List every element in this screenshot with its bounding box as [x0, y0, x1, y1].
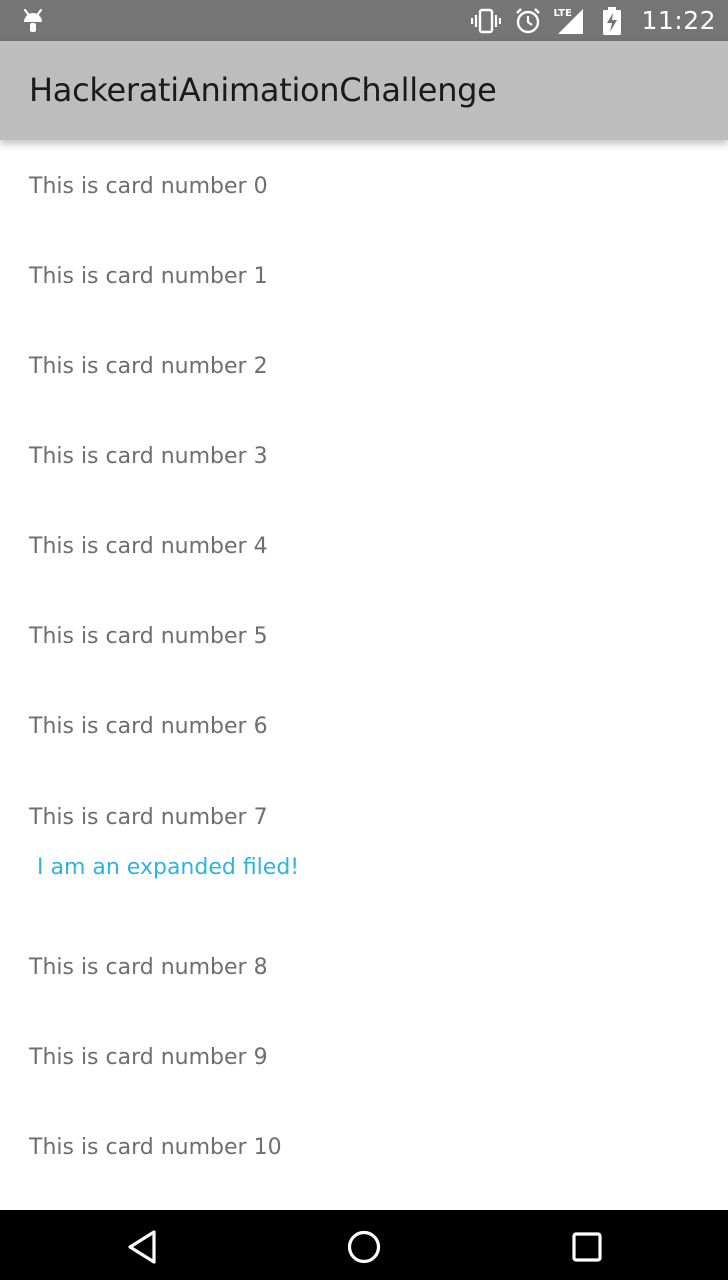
card-label: This is card number 1 — [29, 264, 268, 289]
vibrate-icon — [471, 6, 502, 36]
card-label: This is card number 8 — [29, 955, 268, 980]
status-icons: LTE 11:22 — [459, 0, 716, 41]
card-item[interactable]: This is card number 0 — [0, 140, 728, 230]
card-label: This is card number 2 — [29, 354, 268, 379]
card-item[interactable]: This is card number 9 — [0, 1012, 728, 1102]
card-item[interactable]: This is card number 1 — [0, 230, 728, 320]
card-label: This is card number 6 — [29, 714, 268, 739]
network-label: LTE — [553, 7, 572, 19]
navigation-bar — [0, 1210, 728, 1280]
app-title: HackeratiAnimationChallenge — [29, 71, 497, 109]
signal-icon: LTE — [553, 6, 585, 36]
home-icon[interactable] — [344, 1227, 384, 1267]
card-label: This is card number 7 — [29, 805, 268, 830]
card-label: This is card number 0 — [29, 174, 268, 199]
card-item[interactable]: This is card number 3 — [0, 411, 728, 501]
battery-charging-icon — [597, 6, 627, 36]
expanded-field: I am an expanded filed! — [37, 855, 300, 880]
back-icon[interactable] — [122, 1227, 162, 1267]
android-debug-icon — [20, 6, 46, 34]
card-item[interactable]: This is card number 5 — [0, 591, 728, 681]
card-label: This is card number 10 — [29, 1135, 282, 1160]
card-item[interactable]: This is card number 4 — [0, 501, 728, 591]
card-item[interactable]: This is card number 6 — [0, 682, 728, 772]
card-list[interactable]: This is card number 0 This is card numbe… — [0, 140, 728, 1210]
status-time: 11:22 — [641, 6, 716, 35]
app-toolbar: HackeratiAnimationChallenge — [0, 41, 728, 140]
app-screen: LTE 11:22 HackeratiAnimationChallenge Th… — [0, 0, 728, 1280]
card-label: This is card number 4 — [29, 534, 268, 559]
card-label: This is card number 9 — [29, 1045, 268, 1070]
recents-icon[interactable] — [567, 1227, 607, 1267]
card-item[interactable]: This is card number 8 — [0, 922, 728, 1012]
card-label: This is card number 5 — [29, 624, 268, 649]
alarm-icon — [513, 6, 543, 36]
card-item[interactable]: This is card number 10 — [0, 1103, 728, 1193]
card-item[interactable]: This is card number 2 — [0, 320, 728, 410]
status-bar: LTE 11:22 — [0, 0, 728, 41]
card-item-expanded[interactable]: This is card number 7 I am an expanded f… — [0, 772, 728, 922]
card-label: This is card number 3 — [29, 444, 268, 469]
